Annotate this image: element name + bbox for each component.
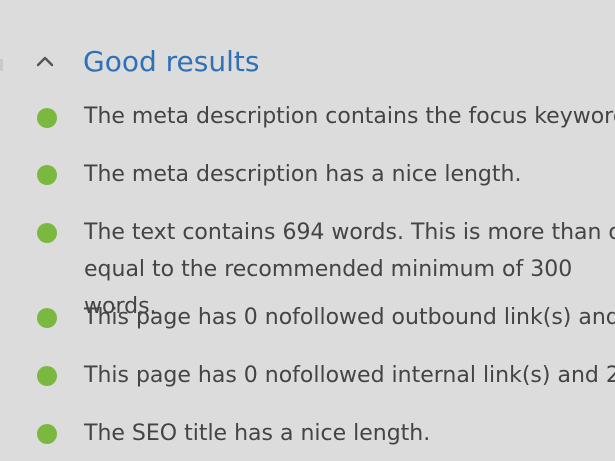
result-text: The meta description contains the focus … [84, 104, 615, 129]
result-item: The SEO title has a nice length. [0, 415, 615, 455]
seo-analysis-panel: Good results The meta description contai… [0, 0, 615, 461]
result-text: The SEO title has a nice length. [84, 421, 431, 446]
result-item: The meta description has a nice length. [0, 156, 615, 196]
result-item: This page has 0 nofollowed outbound link… [0, 299, 615, 339]
result-item: The text contains 694 words. This is mor… [0, 214, 615, 319]
status-indicator [37, 308, 57, 328]
status-indicator [37, 165, 57, 185]
result-text: This page has 0 nofollowed internal link… [84, 363, 615, 388]
status-indicator [37, 108, 57, 128]
result-item: This page has 0 nofollowed internal link… [0, 357, 615, 397]
status-indicator [37, 366, 57, 386]
result-text: This page has 0 nofollowed outbound link… [84, 305, 615, 330]
result-item: The meta description contains the focus … [0, 98, 615, 138]
results-list: The meta description contains the focus … [0, 0, 615, 461]
result-text: The meta description has a nice length. [84, 162, 522, 187]
status-indicator [37, 424, 57, 444]
status-indicator [37, 223, 57, 243]
